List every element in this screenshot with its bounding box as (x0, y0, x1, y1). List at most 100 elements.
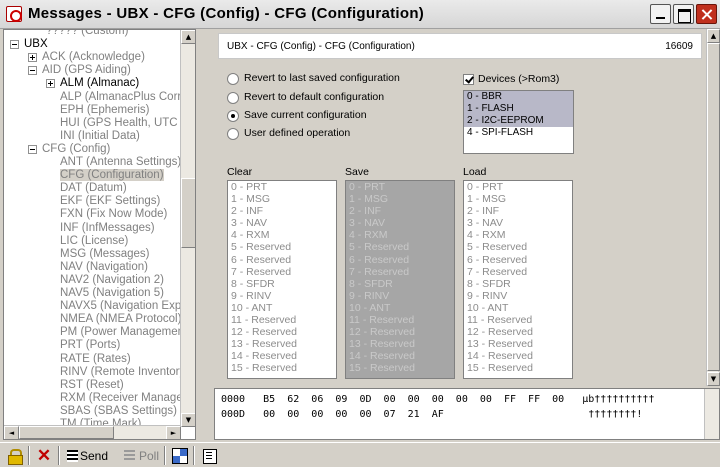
tree-item[interactable]: AID (GPS Aiding) (28, 64, 131, 77)
tree-item[interactable]: ACK (Acknowledge) (28, 51, 145, 64)
scroll-thumb[interactable] (707, 43, 720, 371)
devices-list[interactable]: 0 - BBR 1 - FLASH 2 - I2C-EEPROM 4 - SPI-FL… (463, 90, 574, 154)
mask-item[interactable]: 15 - Reserved (346, 362, 454, 374)
tree-item[interactable]: ALM (Almanac) (46, 77, 139, 90)
mask-item[interactable]: 4 - RXM (464, 229, 572, 241)
send-button[interactable]: Send (66, 446, 108, 465)
poll-button[interactable]: Poll (123, 446, 159, 465)
mask-item[interactable]: 6 - Reserved (464, 254, 572, 266)
mask-item[interactable]: 4 - RXM (228, 229, 336, 241)
mask-item[interactable]: 2 - INF (464, 205, 572, 217)
lock-button[interactable] (7, 446, 23, 465)
tree-item[interactable]: FXN (Fix Now Mode) (60, 208, 167, 221)
mask-item[interactable]: 2 - INF (228, 205, 336, 217)
mask-item[interactable]: 9 - RINV (228, 290, 336, 302)
mask-item[interactable]: 7 - Reserved (228, 266, 336, 278)
radio-icon[interactable] (227, 73, 239, 85)
scroll-down-button[interactable]: ▼ (181, 413, 195, 427)
mask-item[interactable]: 0 - PRT (464, 181, 572, 193)
scroll-down-button[interactable]: ▼ (707, 372, 720, 386)
tree-item[interactable]: PM (Power Management) (60, 326, 191, 339)
tree-vertical-scrollbar[interactable]: ▲ ▼ (180, 30, 195, 427)
collapse-icon[interactable] (28, 66, 37, 76)
mask-item[interactable]: 10 - ANT (464, 302, 572, 314)
mask-item[interactable]: 9 - RINV (346, 290, 454, 302)
tree-item[interactable]: CFG (Configuration) (60, 169, 164, 182)
scroll-right-button[interactable]: ► (166, 426, 181, 439)
mask-item[interactable]: 0 - PRT (228, 181, 336, 193)
radio-icon[interactable] (227, 92, 239, 104)
mask-item[interactable]: 3 - NAV (228, 217, 336, 229)
mask-item[interactable]: 13 - Reserved (228, 338, 336, 350)
mask-item[interactable]: 7 - Reserved (346, 266, 454, 278)
mask-item[interactable]: 12 - Reserved (464, 326, 572, 338)
panel-vertical-scrollbar[interactable]: ▲ ▼ (706, 29, 720, 386)
tree-item[interactable]: EKF (EKF Settings) (60, 195, 160, 208)
mask-item[interactable]: 7 - Reserved (464, 266, 572, 278)
hex-scrollbar[interactable] (704, 389, 719, 439)
copy-button[interactable] (201, 446, 217, 465)
clear-mask-list[interactable]: 0 - PRT 1 - MSG 2 - INF 3 - NAV 4 - RXM 5 - R… (227, 180, 337, 379)
expand-icon[interactable] (46, 79, 55, 89)
tree-item[interactable]: DAT (Datum) (60, 182, 127, 195)
message-tree[interactable]: TM (Time Mark) SBAS (SBAS Settings) RXM (R… (3, 29, 196, 440)
mask-item[interactable]: 8 - SFDR (464, 278, 572, 290)
hscroll-thumb[interactable] (19, 426, 114, 439)
tree-item[interactable]: RST (Reset) (60, 379, 124, 392)
mask-item[interactable]: 13 - Reserved (464, 338, 572, 350)
mask-item[interactable]: 8 - SFDR (346, 278, 454, 290)
minimize-button[interactable] (650, 4, 671, 24)
mask-item[interactable]: 3 - NAV (346, 217, 454, 229)
radio-icon[interactable] (227, 110, 239, 122)
expand-icon[interactable] (28, 53, 37, 63)
tree-item[interactable]: MSG (Messages) (60, 248, 149, 261)
mask-item[interactable]: 10 - ANT (228, 302, 336, 314)
tool-button[interactable] (172, 446, 188, 465)
tree-item[interactable]: NMEA (NMEA Protocol) (60, 313, 181, 326)
tree-item[interactable]: INI (Initial Data) (60, 130, 140, 143)
mask-item[interactable]: 11 - Reserved (228, 314, 336, 326)
scroll-up-button[interactable]: ▲ (181, 30, 195, 44)
tree-item[interactable]: ANT (Antenna Settings) (60, 156, 181, 169)
radio-icon[interactable] (227, 128, 239, 140)
mask-item[interactable]: 0 - PRT (346, 181, 454, 193)
mask-item[interactable]: 4 - RXM (346, 229, 454, 241)
tree-item[interactable]: RINV (Remote Inventory) (60, 366, 189, 379)
delete-button[interactable]: ✕ (36, 446, 52, 465)
tree-item[interactable]: PRT (Ports) (60, 339, 120, 352)
mask-item[interactable]: 6 - Reserved (346, 254, 454, 266)
mask-item[interactable]: 14 - Reserved (346, 350, 454, 362)
mask-item[interactable]: 11 - Reserved (464, 314, 572, 326)
mask-item[interactable]: 5 - Reserved (228, 241, 336, 253)
mask-item[interactable]: 8 - SFDR (228, 278, 336, 290)
scroll-thumb[interactable] (181, 178, 195, 248)
tree-horizontal-scrollbar[interactable]: ◄ ► (4, 425, 181, 439)
tree-item[interactable]: INF (InfMessages) (60, 222, 155, 235)
mask-item[interactable]: 11 - Reserved (346, 314, 454, 326)
tree-item[interactable]: RATE (Rates) (60, 353, 131, 366)
tree-item[interactable]: CFG (Config) (28, 143, 110, 156)
mask-item[interactable]: 5 - Reserved (346, 241, 454, 253)
tree-item[interactable]: SBAS (SBAS Settings) (60, 405, 177, 418)
tree-item[interactable]: LIC (License) (60, 235, 128, 248)
tree-item[interactable]: NAVX5 (Navigation Exper (60, 300, 191, 313)
tree-item[interactable]: ????? (Custom) (46, 30, 128, 38)
mask-item[interactable]: 5 - Reserved (464, 241, 572, 253)
mask-item[interactable]: 3 - NAV (464, 217, 572, 229)
mask-item[interactable]: 12 - Reserved (228, 326, 336, 338)
mask-item[interactable]: 13 - Reserved (346, 338, 454, 350)
devices-checkbox[interactable] (463, 74, 474, 85)
mask-item[interactable]: 14 - Reserved (228, 350, 336, 362)
mask-item[interactable]: 1 - MSG (464, 193, 572, 205)
mask-item[interactable]: 2 - INF (346, 205, 454, 217)
load-mask-list[interactable]: 0 - PRT 1 - MSG 2 - INF 3 - NAV 4 - RXM 5 - R… (463, 180, 573, 379)
close-button[interactable] (696, 4, 717, 24)
device-item[interactable]: 4 - SPI-FLASH (464, 127, 573, 139)
tree-item[interactable]: UBX (10, 38, 48, 51)
tree-item[interactable]: HUI (GPS Health, UTC and (60, 117, 195, 130)
scroll-left-button[interactable]: ◄ (4, 426, 19, 439)
tree-item[interactable]: NAV5 (Navigation 5) (60, 287, 164, 300)
panel-splitter[interactable] (206, 29, 212, 440)
device-item[interactable]: 0 - BBR (464, 91, 573, 103)
collapse-icon[interactable] (28, 144, 37, 154)
